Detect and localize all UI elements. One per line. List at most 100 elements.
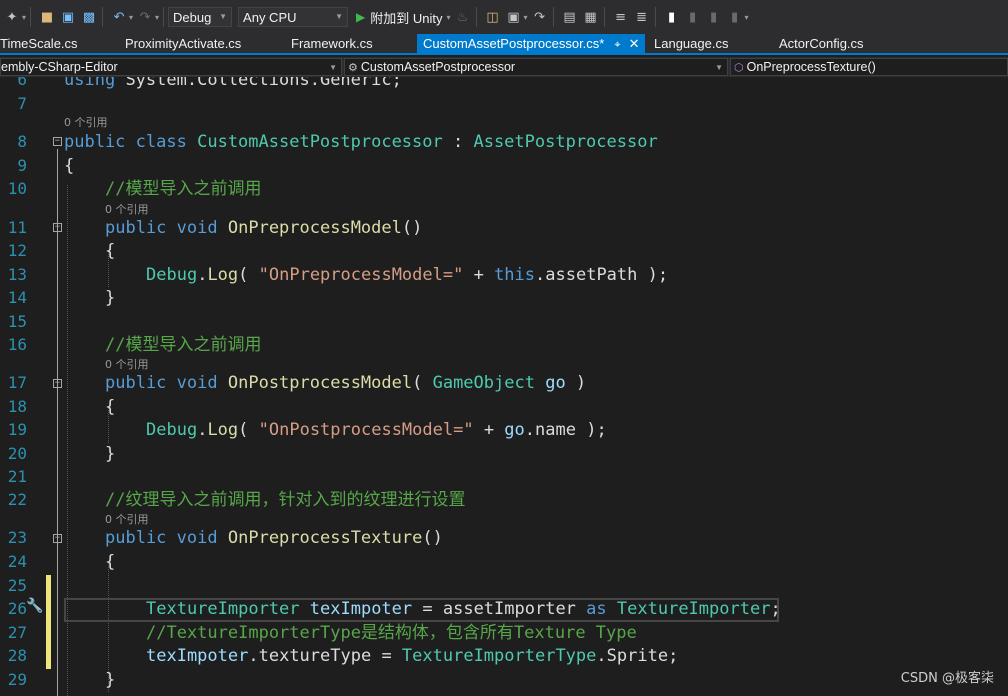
tab-customassetpostprocessor[interactable]: CustomAssetPostprocessor.cs* ⌖ ✕ — [417, 34, 646, 53]
line-number: 16 — [7, 335, 27, 354]
tab-label: TimeScale.cs — [0, 36, 78, 51]
line-number: 22 — [7, 490, 27, 509]
code-text: TextureImporter texImpoter = assetImport… — [146, 599, 781, 619]
code-editor[interactable]: 🔧 0 个引用 0 个引用 0 个引用 0 个引用 − − − − 6 using… — [0, 77, 1008, 696]
tab-actorconfig[interactable]: ActorConfig.cs — [779, 34, 864, 53]
chevron-down-icon[interactable]: ▾ — [524, 13, 528, 22]
chevron-down-icon[interactable]: ▾ — [129, 13, 133, 22]
class-icon: ⚙ — [348, 62, 358, 74]
toolbar-separator — [163, 7, 165, 27]
save-icon[interactable]: ▣ — [59, 8, 77, 26]
code-line[interactable]: 17 public void OnPostprocessModel( GameOb… — [0, 372, 1008, 394]
pin-icon[interactable]: ⌖ — [614, 39, 620, 51]
code-line[interactable]: 24 { — [0, 551, 1008, 573]
clear-bookmarks-icon[interactable]: ▮ — [726, 8, 744, 26]
code-text: using System.Collections.Generic; — [64, 77, 402, 90]
line-number: 20 — [7, 444, 27, 463]
class-dropdown[interactable]: ⚙ CustomAssetPostprocessor ▼ — [344, 58, 728, 76]
tab-label: ProximityActivate.cs — [125, 36, 242, 51]
code-line[interactable]: 9{ — [0, 155, 1008, 177]
line-number: 17 — [7, 373, 27, 392]
tab-framework[interactable]: Framework.cs — [291, 34, 373, 53]
open-icon[interactable]: ■ — [38, 8, 56, 26]
line-number: 13 — [7, 265, 27, 284]
document-tab-well: TimeScale.cs ProximityActivate.cs Framew… — [0, 34, 1008, 55]
code-line[interactable]: 18 { — [0, 396, 1008, 418]
code-text: { — [64, 156, 75, 176]
platform-value: Any CPU — [243, 9, 297, 25]
line-number: 7 — [17, 94, 27, 113]
code-line[interactable]: 19 Debug.Log( "OnPostprocessModel=" + go.… — [0, 419, 1008, 441]
line-number: 14 — [7, 288, 27, 307]
code-line[interactable]: 13 Debug.Log( "OnPreprocessModel=" + this… — [0, 264, 1008, 286]
line-number: 18 — [7, 397, 27, 416]
code-line[interactable]: 12 { — [0, 240, 1008, 262]
toolbar-separator — [552, 7, 554, 27]
code-line[interactable]: 25 — [0, 575, 1008, 597]
member-dropdown[interactable]: ⬡ OnPreprocessTexture() — [730, 58, 1008, 76]
line-number: 23 — [7, 528, 27, 547]
uncomment-icon[interactable]: ≣ — [633, 8, 651, 26]
code-line[interactable]: 15 — [0, 311, 1008, 333]
code-line[interactable]: 29} — [0, 669, 1008, 691]
chevron-down-icon[interactable]: ▾ — [22, 13, 26, 22]
bookmark-icon[interactable]: ▮ — [663, 8, 681, 26]
attach-to-unity-button[interactable]: ▶ 附加到 Unity ▾ — [356, 8, 450, 27]
comment-out-icon[interactable]: ≡ — [612, 8, 630, 26]
codelens-references[interactable]: 0 个引用 — [64, 116, 108, 130]
toolbar: ✦ ▾ ■ ▣ ▩ ↶ ▾ ↷ ▾ Debug ▼ Any CPU ▼ ▶ 附加到 U… — [0, 0, 1008, 34]
method-icon: ⬡ — [734, 62, 744, 74]
code-line[interactable]: 20} — [0, 443, 1008, 465]
codelens-references[interactable]: 0 个引用 — [105, 513, 149, 527]
line-number: 12 — [7, 241, 27, 260]
toolbar-separator — [30, 7, 32, 27]
undo-icon[interactable]: ↶ — [110, 8, 128, 26]
code-line[interactable]: 27 //TextureImporterType是结构体，包含所有Texture … — [0, 622, 1008, 644]
line-number: 19 — [7, 420, 27, 439]
codelens-references[interactable]: 0 个引用 — [105, 203, 149, 217]
prev-bookmark-icon[interactable]: ▮ — [684, 8, 702, 26]
hot-reload-icon[interactable]: ♨ — [454, 8, 472, 26]
watermark: CSDN @极客柒 — [900, 671, 994, 686]
line-number: 24 — [7, 552, 27, 571]
code-line[interactable]: 14} — [0, 287, 1008, 309]
toolbar-separator — [603, 7, 605, 27]
tab-language[interactable]: Language.cs — [654, 34, 728, 53]
toolbar-overflow-icon[interactable]: ▾ — [745, 13, 749, 22]
code-text: Debug.Log( "OnPostprocessModel=" + go.na… — [146, 420, 607, 440]
code-line[interactable]: 21 — [0, 466, 1008, 488]
code-line[interactable]: 10 //模型导入之前调用 — [0, 178, 1008, 200]
toolbar-separator — [654, 7, 656, 27]
layout-icon[interactable]: ▤ — [561, 8, 579, 26]
line-number: 26 — [7, 599, 27, 618]
code-line[interactable]: 22 //纹理导入之前调用，针对入到的纹理进行设置 — [0, 489, 1008, 511]
codelens-references[interactable]: 0 个引用 — [105, 358, 149, 372]
redo-icon[interactable]: ↷ — [136, 8, 154, 26]
columns-icon[interactable]: ▦ — [582, 8, 600, 26]
code-line[interactable]: 16 //模型导入之前调用 — [0, 334, 1008, 356]
code-line[interactable]: 23 public void OnPreprocessTexture() — [0, 527, 1008, 549]
code-line[interactable]: 7 — [0, 93, 1008, 115]
code-line[interactable]: 26 TextureImporter texImpoter = assetImpo… — [0, 598, 1008, 620]
next-bookmark-icon[interactable]: ▮ — [705, 8, 723, 26]
code-text: //模型导入之前调用 — [105, 179, 262, 199]
new-item-icon[interactable]: ✦ — [3, 8, 21, 26]
line-number: 28 — [7, 646, 27, 665]
tab-proximityactivate[interactable]: ProximityActivate.cs — [125, 34, 241, 53]
code-line[interactable]: 8 public class CustomAssetPostprocessor :… — [0, 131, 1008, 153]
browser-icon[interactable]: ▣ — [505, 8, 523, 26]
line-number: 21 — [7, 467, 27, 486]
find-in-files-icon[interactable]: ◫ — [484, 8, 502, 26]
code-line[interactable]: 6 using System.Collections.Generic; — [0, 77, 1008, 91]
project-dropdown[interactable]: embly-CSharp-Editor ▼ — [0, 58, 342, 76]
platform-dropdown[interactable]: Any CPU ▼ — [238, 7, 349, 27]
code-line[interactable]: 28 texImpoter.textureType = TextureImport… — [0, 645, 1008, 667]
save-all-icon[interactable]: ▩ — [80, 8, 98, 26]
step-icon[interactable]: ↷ — [531, 8, 549, 26]
close-icon[interactable]: ✕ — [629, 36, 640, 51]
code-text: } — [105, 444, 116, 464]
configuration-dropdown[interactable]: Debug ▼ — [168, 7, 233, 27]
code-line[interactable]: 11 public void OnPreprocessModel() — [0, 217, 1008, 239]
chevron-down-icon[interactable]: ▾ — [155, 13, 159, 22]
tab-timescale[interactable]: TimeScale.cs — [0, 34, 78, 53]
